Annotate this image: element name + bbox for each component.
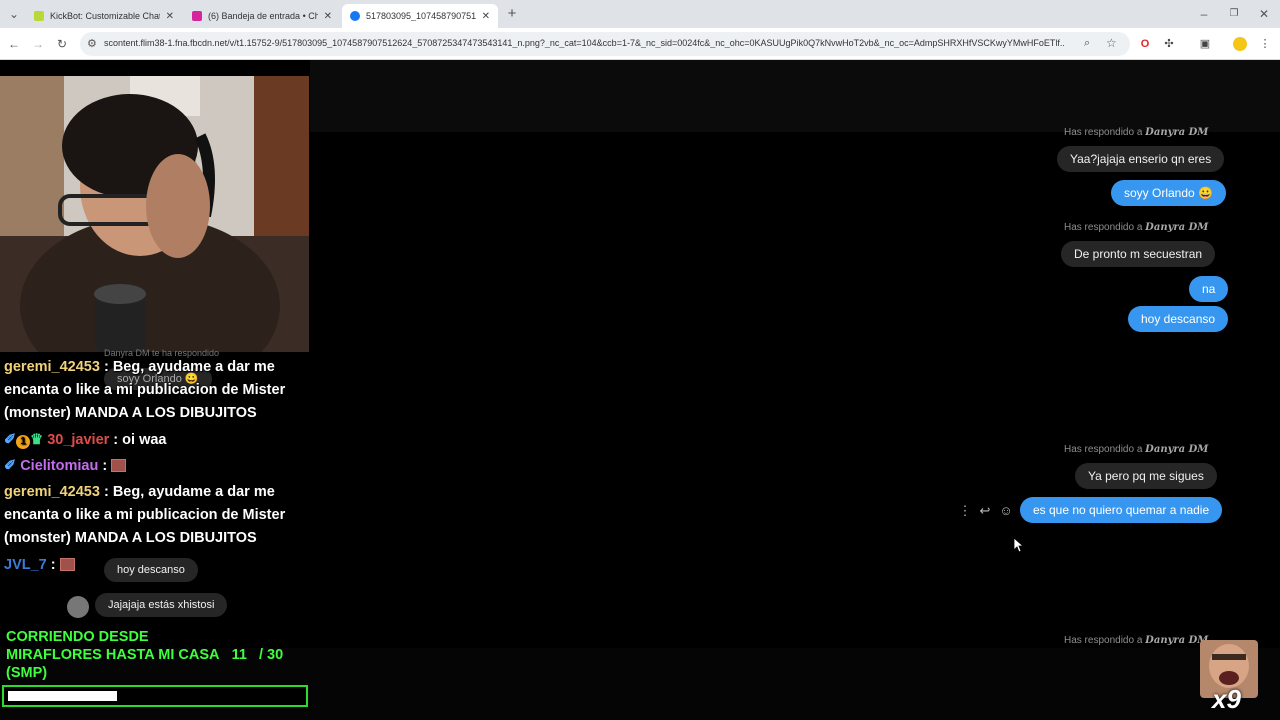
chat-username: JVL_7 <box>4 557 47 573</box>
chat-text: oi waa <box>122 432 167 448</box>
top-shade <box>310 60 1280 132</box>
tab-kickbot[interactable]: KickBot: Customizable Chat Bo ✕ <box>26 4 182 28</box>
reply-context-label: Has respondido a Danyra DM <box>1064 127 1208 138</box>
message-bubble-sent[interactable]: es que no quiero quemar a nadie <box>1020 497 1223 523</box>
message-bubble-sent[interactable]: na <box>1189 276 1229 302</box>
laughing-meme-sticker: x9 <box>1200 640 1258 714</box>
new-tab-icon[interactable]: + <box>504 6 520 22</box>
profile-avatar-icon[interactable] <box>1233 37 1247 51</box>
tab-label: (6) Bandeja de entrada • Chats <box>208 11 318 21</box>
ghost-avatar <box>67 596 89 618</box>
tab-fbcdn-image[interactable]: 517803095_107458790751262 ✕ <box>342 4 498 28</box>
instagram-favicon-icon <box>192 11 202 21</box>
chat-username: 30_javier <box>47 432 110 448</box>
goal-widget: CORRIENDO DESDE MIRAFLORES HASTA MI CASA… <box>6 628 306 682</box>
ghost-bubble: Jajajaja estás xhistosi <box>95 593 228 617</box>
reply-name: Danyra DM <box>1145 127 1209 138</box>
message-bubble-sent[interactable]: hoy descanso <box>1128 306 1229 332</box>
goal-total: / 30 <box>259 647 284 663</box>
message-bubble-received[interactable]: Ya pero pq me sigues <box>1075 463 1217 489</box>
verified-badge-icon: ♛ <box>30 432 44 448</box>
sword-badge-icon: ✐ <box>4 432 17 448</box>
chat-emote-icon <box>111 459 127 472</box>
message-bubble-received[interactable]: De pronto m secuestran <box>1061 241 1216 267</box>
extensions-puzzle-icon[interactable]: ✣ <box>1161 36 1177 52</box>
tab-label: KickBot: Customizable Chat Bo <box>50 11 160 21</box>
chat-username: geremi_42453 <box>4 484 100 500</box>
restore-icon[interactable]: ❐ <box>1226 6 1242 22</box>
reply-prefix: Has respondido a <box>1064 635 1143 646</box>
goal-title-line2: MIRAFLORES HASTA MI CASA 11 / 30 <box>6 646 306 664</box>
back-icon[interactable]: ← <box>6 36 22 52</box>
minimize-icon[interactable]: – <box>1196 6 1212 22</box>
chat-message: geremi_42453 : Beg, ayudame a dar me enc… <box>4 359 286 421</box>
goal-suffix: (SMP) <box>6 665 48 681</box>
chat-message: geremi_42453 : Beg, ayudame a dar me enc… <box>4 484 286 546</box>
reply-context-label: Has respondido a Danyra DM <box>1064 444 1208 455</box>
url-field[interactable]: ⚙ scontent.flim38-1.fna.fbcdn.net/v/t1.1… <box>80 32 1130 56</box>
address-bar: ← → ↻ ⚙ scontent.flim38-1.fna.fbcdn.net/… <box>0 28 1280 60</box>
chat-username: geremi_42453 <box>4 359 100 375</box>
reply-icon[interactable]: ↩ <box>977 503 993 519</box>
emoji-icon[interactable]: ☺ <box>998 503 1014 518</box>
webcam-feed <box>0 76 309 352</box>
goal-progress-fill <box>8 691 117 701</box>
streamer-webcam-image <box>0 76 309 352</box>
chat-emote-icon <box>59 558 75 571</box>
tab-label: 517803095_107458790751262 <box>366 11 476 21</box>
goal-count: 11 <box>231 647 247 663</box>
close-tab-icon[interactable]: ✕ <box>324 11 332 22</box>
goal-progress-bar <box>2 685 308 707</box>
cast-icon[interactable]: ▣ <box>1197 36 1213 52</box>
bookmark-star-icon[interactable]: ☆ <box>1106 36 1117 50</box>
chat-message: JVL_7 : <box>4 554 304 577</box>
chat-message: ✐ Cielitomiau : <box>4 455 304 478</box>
site-info-icon[interactable]: ⚙ <box>87 37 97 50</box>
goal-title-line1: CORRIENDO DESDE <box>6 629 149 645</box>
reply-prefix: Has respondido a <box>1064 444 1143 455</box>
reply-prefix: Has respondido a <box>1064 127 1143 138</box>
reload-icon[interactable]: ↻ <box>54 36 70 52</box>
tab-strip: ⌄ KickBot: Customizable Chat Bo ✕ (6) Ba… <box>0 0 1280 28</box>
close-tab-icon[interactable]: ✕ <box>482 11 490 22</box>
kickbot-favicon-icon <box>34 11 44 21</box>
chat-username: Cielitomiau <box>20 458 99 474</box>
tab-instagram-inbox[interactable]: (6) Bandeja de entrada • Chats ✕ <box>184 4 340 28</box>
reply-name: Danyra DM <box>1145 444 1209 455</box>
opera-extension-icon[interactable]: O <box>1137 36 1153 52</box>
more-vertical-icon[interactable]: ⋮ <box>957 503 973 519</box>
reply-name: Danyra DM <box>1145 222 1209 233</box>
message-bubble-sent[interactable]: soyy Orlando 😀 <box>1111 180 1226 206</box>
close-tab-icon[interactable]: ✕ <box>166 11 174 22</box>
url-text: scontent.flim38-1.fna.fbcdn.net/v/t1.157… <box>104 38 1064 48</box>
reply-context-label: Has respondido a Danyra DM <box>1064 635 1208 646</box>
reply-context-label: Has respondido a Danyra DM <box>1064 222 1208 233</box>
forward-icon[interactable]: → <box>30 36 46 52</box>
chat-message: ✐ 1 ♛ 30_javier : oi waa <box>4 432 167 449</box>
close-window-icon[interactable]: ✕ <box>1256 6 1272 22</box>
reply-prefix: Has respondido a <box>1064 222 1143 233</box>
facebook-favicon-icon <box>350 11 360 21</box>
reply-name: Danyra DM <box>1145 635 1209 646</box>
rank-badge-icon: 1 <box>16 435 31 449</box>
zoom-icon[interactable]: ⌕ <box>1084 37 1090 50</box>
sword-badge-icon: ✐ <box>4 458 17 474</box>
mouse-cursor-icon <box>1014 538 1024 553</box>
sticker-multiplier: x9 <box>1212 684 1241 714</box>
browser-menu-icon[interactable]: ⋮ <box>1257 36 1273 52</box>
message-bubble-received[interactable]: Yaa?jajaja enserio qn eres <box>1057 146 1225 172</box>
goal-title: MIRAFLORES HASTA MI CASA <box>6 647 220 663</box>
tab-search-chevron-icon[interactable]: ⌄ <box>6 6 22 22</box>
